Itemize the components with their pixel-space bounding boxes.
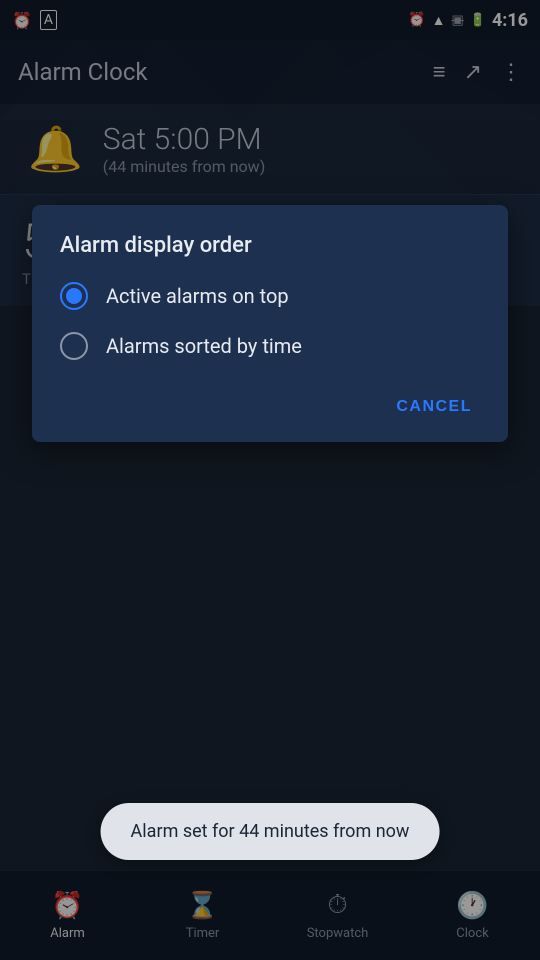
cancel-button[interactable]: CANCEL: [388, 388, 480, 426]
radio-sorted-time[interactable]: [60, 332, 88, 360]
toast-message: Alarm set for 44 minutes from now: [101, 803, 440, 860]
dialog-actions: CANCEL: [60, 382, 480, 426]
dialog-option-active-top-label: Active alarms on top: [106, 284, 289, 308]
dialog-title: Alarm display order: [60, 233, 480, 258]
alarm-display-order-dialog: Alarm display order Active alarms on top…: [32, 205, 508, 442]
dialog-option-active-top[interactable]: Active alarms on top: [60, 282, 480, 310]
dialog-option-sorted-time[interactable]: Alarms sorted by time: [60, 332, 480, 360]
radio-inner-active-top: [66, 288, 82, 304]
radio-active-top[interactable]: [60, 282, 88, 310]
dialog-option-sorted-time-label: Alarms sorted by time: [106, 334, 302, 358]
